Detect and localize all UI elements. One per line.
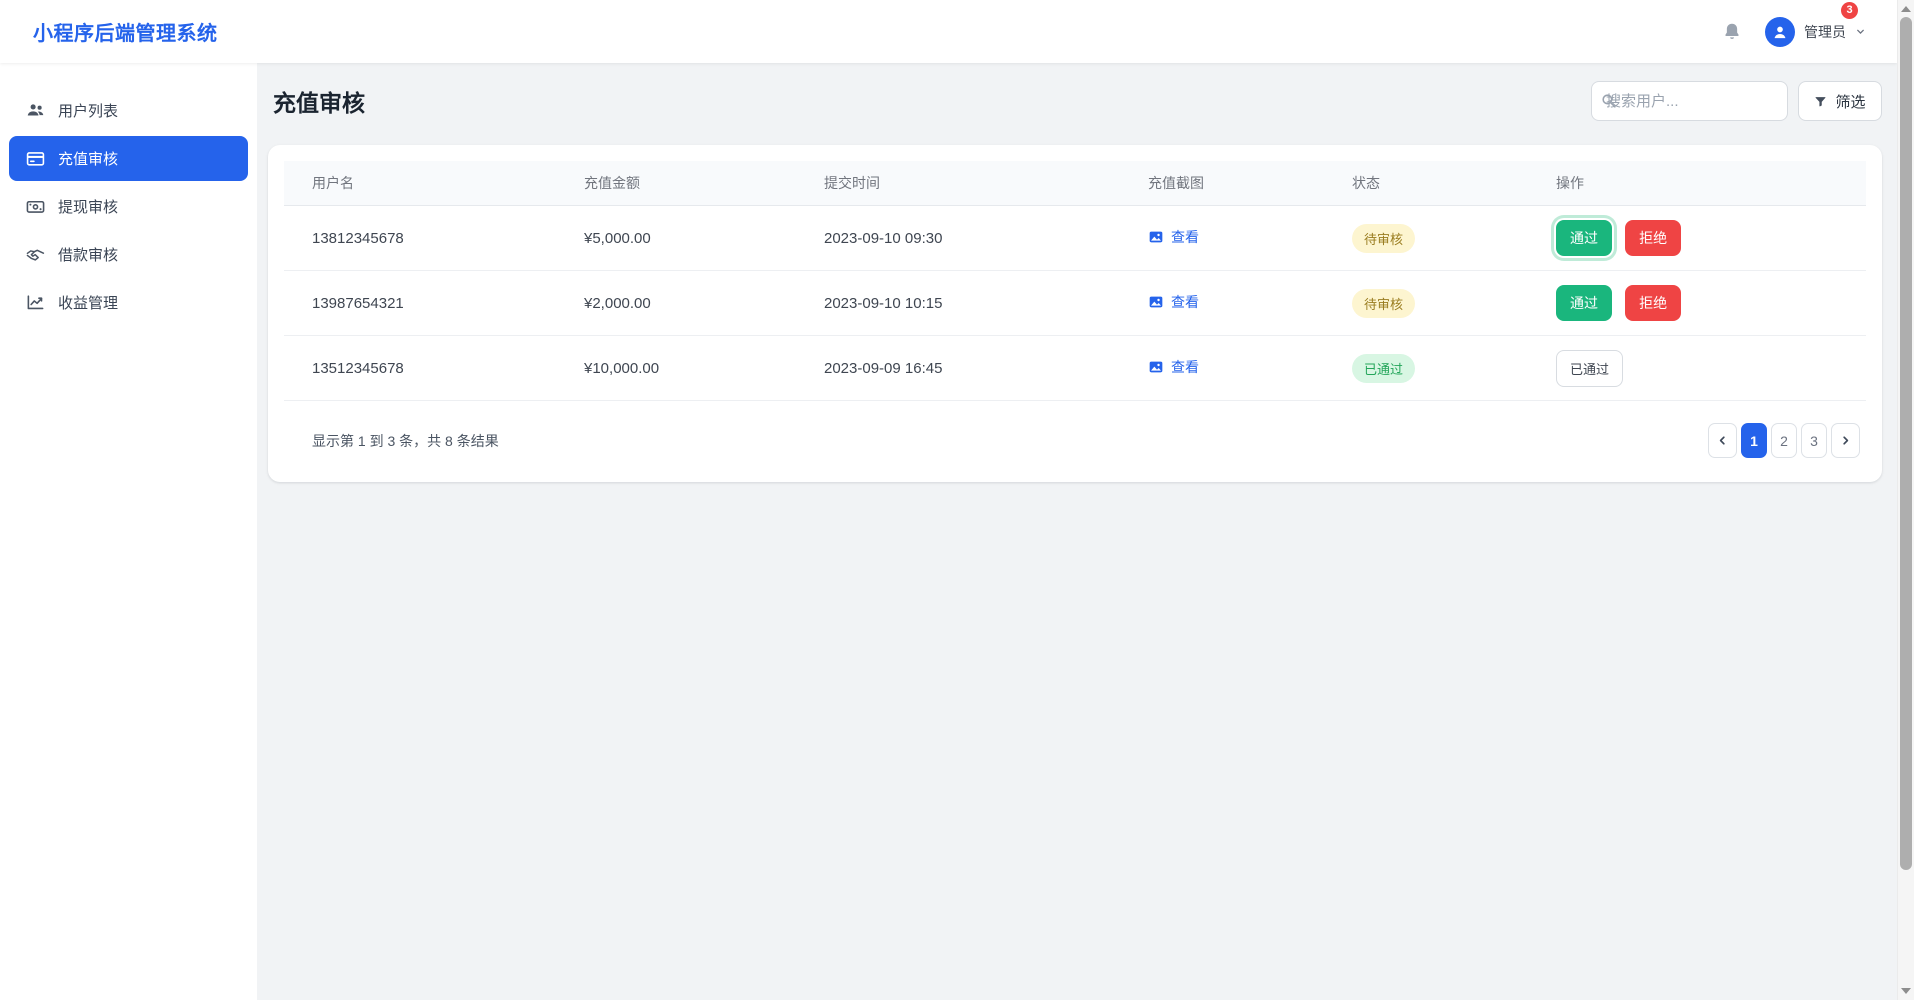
submit-time-cell: 2023-09-10 10:15 — [796, 271, 1120, 336]
page-button-1[interactable]: 1 — [1741, 423, 1767, 458]
sidebar-item-withdraw-review[interactable]: 提现审核 — [9, 184, 248, 229]
table-row: 13987654321 ¥2,000.00 2023-09-10 10:15 查… — [284, 271, 1866, 336]
results-summary: 显示第 1 到 3 条，共 8 条结果 — [312, 431, 499, 451]
money-bill-icon — [26, 197, 45, 216]
status-badge: 待审核 — [1352, 224, 1415, 253]
submit-time-cell: 2023-09-10 09:30 — [796, 206, 1120, 271]
username-cell: 13987654321 — [284, 271, 556, 336]
main-content: 充值审核 筛选 用户名 充值金额 提交时间 充值截图 状态 操作 — [257, 63, 1897, 1000]
page-button-3[interactable]: 3 — [1801, 423, 1827, 458]
sidebar-item-label: 借款审核 — [58, 244, 118, 265]
page-button-2[interactable]: 2 — [1771, 423, 1797, 458]
prev-page-button[interactable] — [1708, 423, 1737, 458]
username-cell: 13512345678 — [284, 336, 556, 401]
next-page-button[interactable] — [1831, 423, 1860, 458]
col-username: 用户名 — [284, 161, 556, 206]
approve-button[interactable]: 通过 — [1556, 285, 1612, 321]
view-screenshot-link[interactable]: 查看 — [1148, 292, 1199, 312]
col-submit-time: 提交时间 — [796, 161, 1120, 206]
chart-line-icon — [26, 293, 45, 312]
approve-button[interactable]: 通过 — [1556, 220, 1612, 256]
filter-button-label: 筛选 — [1835, 91, 1865, 112]
status-badge: 已通过 — [1352, 354, 1415, 383]
chevron-right-icon — [1839, 434, 1852, 447]
search-input[interactable] — [1591, 81, 1788, 121]
scrollbar-thumb[interactable] — [1900, 17, 1912, 870]
vertical-scrollbar — [1897, 0, 1914, 1000]
col-amount: 充值金额 — [556, 161, 796, 206]
avatar[interactable] — [1765, 17, 1795, 47]
image-icon — [1148, 359, 1164, 375]
amount-cell: ¥2,000.00 — [556, 271, 796, 336]
col-screenshot: 充值截图 — [1120, 161, 1324, 206]
image-icon — [1148, 229, 1164, 245]
submit-time-cell: 2023-09-09 16:45 — [796, 336, 1120, 401]
table-header-row: 用户名 充值金额 提交时间 充值截图 状态 操作 — [284, 161, 1866, 206]
col-status: 状态 — [1324, 161, 1528, 206]
col-actions: 操作 — [1528, 161, 1866, 206]
admin-dropdown[interactable]: 3 管理员 — [1765, 17, 1866, 47]
chevron-left-icon — [1716, 434, 1729, 447]
notification-bell-icon[interactable] — [1721, 21, 1743, 43]
handshake-icon — [26, 245, 45, 264]
reject-button[interactable]: 拒绝 — [1625, 220, 1681, 256]
sidebar-item-label: 提现审核 — [58, 196, 118, 217]
user-icon — [1770, 22, 1790, 42]
sidebar-item-recharge-review[interactable]: 充值审核 — [9, 136, 248, 181]
recharge-table: 用户名 充值金额 提交时间 充值截图 状态 操作 13812345678 ¥5,… — [284, 161, 1866, 401]
credit-card-icon — [26, 149, 45, 168]
filter-button[interactable]: 筛选 — [1798, 81, 1882, 121]
view-screenshot-link[interactable]: 查看 — [1148, 227, 1199, 247]
sidebar-item-user-list[interactable]: 用户列表 — [9, 88, 248, 133]
sidebar-item-loan-review[interactable]: 借款审核 — [9, 232, 248, 277]
approved-button[interactable]: 已通过 — [1556, 350, 1623, 387]
users-icon — [26, 101, 45, 120]
sidebar-item-label: 用户列表 — [58, 100, 118, 121]
scrollbar-down-arrow[interactable] — [1901, 988, 1911, 994]
scrollbar-up-arrow[interactable] — [1901, 6, 1911, 12]
sidebar-item-label: 收益管理 — [58, 292, 118, 313]
app-title: 小程序后端管理系统 — [33, 17, 218, 46]
admin-label: 管理员 — [1804, 22, 1846, 42]
reject-button[interactable]: 拒绝 — [1625, 285, 1681, 321]
amount-cell: ¥10,000.00 — [556, 336, 796, 401]
view-screenshot-link[interactable]: 查看 — [1148, 357, 1199, 377]
notification-count-badge: 3 — [1841, 2, 1858, 19]
username-cell: 13812345678 — [284, 206, 556, 271]
sidebar-item-profit-management[interactable]: 收益管理 — [9, 280, 248, 325]
table-row: 13812345678 ¥5,000.00 2023-09-10 09:30 查… — [284, 206, 1866, 271]
image-icon — [1148, 294, 1164, 310]
page-title: 充值审核 — [273, 84, 365, 118]
status-badge: 待审核 — [1352, 289, 1415, 318]
filter-funnel-icon — [1814, 95, 1827, 108]
pagination: 1 2 3 — [1708, 423, 1860, 458]
table-card: 用户名 充值金额 提交时间 充值截图 状态 操作 13812345678 ¥5,… — [268, 145, 1882, 482]
sidebar-item-label: 充值审核 — [58, 148, 118, 169]
top-navbar: 小程序后端管理系统 3 管理员 — [0, 0, 1897, 63]
chevron-down-icon — [1855, 26, 1866, 37]
table-row: 13512345678 ¥10,000.00 2023-09-09 16:45 … — [284, 336, 1866, 401]
amount-cell: ¥5,000.00 — [556, 206, 796, 271]
sidebar: 用户列表 充值审核 提现审核 借款审核 收益管理 — [0, 63, 257, 1000]
